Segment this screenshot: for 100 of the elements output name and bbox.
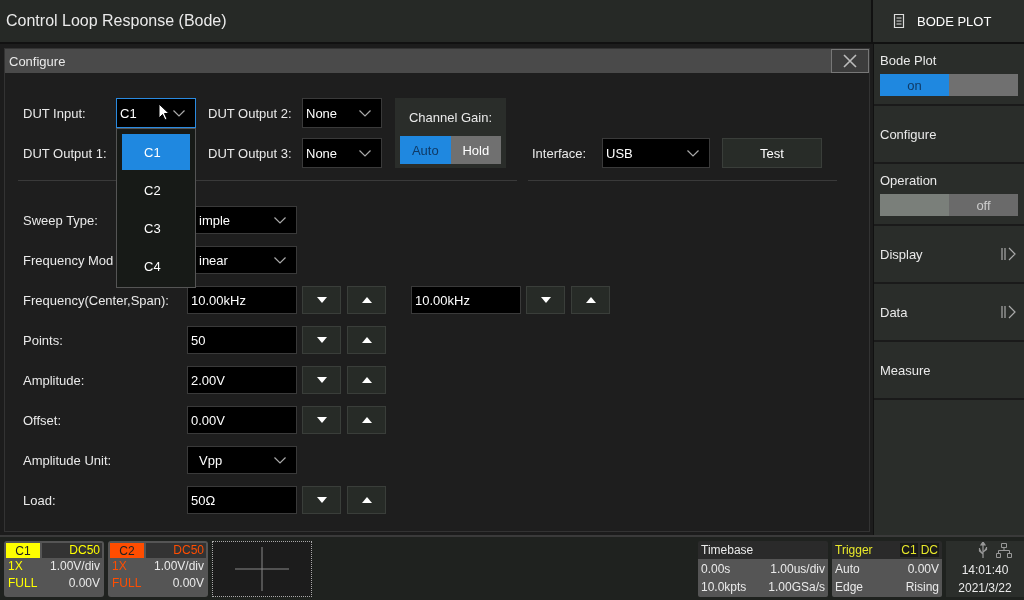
channel-badge: C1	[6, 543, 40, 558]
scale-value: 1.00V/div	[49, 558, 100, 575]
test-button[interactable]: Test	[722, 138, 822, 168]
sample-rate: 1.00GSa/s	[768, 579, 825, 596]
menu-item[interactable]: Operation off	[874, 164, 1024, 226]
triangle-up-icon	[361, 297, 372, 303]
decrement-button[interactable]	[302, 366, 341, 394]
probe-label: 1X	[112, 558, 127, 575]
caret-icon	[359, 149, 371, 157]
dropdown-option[interactable]: C3	[122, 210, 190, 246]
decrement-button[interactable]	[302, 486, 341, 514]
increment-button[interactable]	[571, 286, 610, 314]
field-label: DUT Output 1:	[23, 144, 108, 163]
window-title: Control Loop Response (Bode)	[6, 12, 227, 30]
close-button[interactable]	[831, 49, 869, 73]
delay-value: 0.00s	[701, 561, 731, 578]
decrement-button[interactable]	[302, 286, 341, 314]
select-field[interactable]: None	[302, 98, 382, 128]
dropdown-option[interactable]: C1	[122, 134, 190, 170]
pointer-icon	[158, 103, 170, 121]
field-label: DUT Output 2:	[208, 104, 293, 123]
menu-item[interactable]: Measure	[874, 342, 1024, 400]
input-field[interactable]: 10.00kHz	[411, 286, 521, 314]
trigger-type: Edge	[835, 579, 864, 596]
caret-icon	[359, 109, 371, 117]
input-field[interactable]: 10.00kHz	[187, 286, 297, 314]
caret-icon	[687, 149, 699, 157]
triangle-up-icon	[361, 417, 372, 423]
field-label: Sweep Type:	[23, 212, 98, 228]
triangle-down-icon	[316, 297, 327, 303]
input-field[interactable]: 50Ω	[187, 486, 297, 514]
add-channel-button[interactable]	[212, 541, 312, 597]
caret-icon	[274, 216, 286, 224]
triangle-down-icon	[540, 297, 551, 303]
increment-button[interactable]	[347, 486, 386, 514]
usb-icon	[978, 542, 988, 558]
field-label: Interface:	[532, 144, 588, 163]
channel-badge: C2	[110, 543, 144, 558]
increment-button[interactable]	[347, 406, 386, 434]
menu-item-label: Configure	[880, 126, 937, 142]
field-label: DUT Input:	[23, 104, 87, 123]
clock-date: 2021/3/22	[958, 581, 1012, 595]
offset-value: 0.00V	[172, 575, 204, 592]
probe-label: 1X	[8, 558, 23, 575]
triangle-up-icon	[361, 337, 372, 343]
trigger-slope: Rising	[905, 579, 939, 596]
trigger-level: 0.00V	[907, 561, 939, 578]
trigger-mode: Auto	[835, 561, 860, 578]
offset-value: 0.00V	[68, 575, 100, 592]
coupling-label: DC50	[42, 543, 102, 558]
menu-item[interactable]: Bode Plot on	[874, 44, 1024, 106]
field-label: Points:	[23, 332, 63, 348]
dialog-title: Configure	[9, 53, 66, 69]
triangle-down-icon	[316, 497, 327, 503]
select-field[interactable]: None	[302, 138, 382, 168]
channel-card[interactable]: C1 DC50 1X 1.00V/div FULL 0.00V	[4, 541, 104, 597]
segment-button[interactable]: Hold	[450, 136, 501, 164]
plus-icon	[235, 547, 289, 591]
caret-icon	[173, 109, 185, 117]
increment-button[interactable]	[347, 326, 386, 354]
trigger-coupling: DC	[919, 543, 939, 557]
bandwidth-label: FULL	[8, 575, 38, 592]
menu-header[interactable]: BODE PLOT	[873, 0, 1024, 44]
field-label: Amplitude:	[23, 372, 85, 388]
panel-title: Trigger	[835, 543, 873, 557]
document-icon	[893, 14, 905, 28]
increment-button[interactable]	[347, 286, 386, 314]
menu-item-label: Display	[880, 246, 923, 262]
triangle-up-icon	[585, 297, 596, 303]
channel-card[interactable]: C2 DC50 1X 1.00V/div FULL 0.00V	[108, 541, 208, 597]
select-field[interactable]: USB	[602, 138, 710, 168]
caret-icon	[274, 456, 286, 464]
memory-depth: 10.0kpts	[701, 579, 747, 596]
panel-title: Timebase	[701, 543, 754, 557]
menu-item[interactable]: Data	[874, 284, 1024, 342]
dut-input-select[interactable]: C1	[116, 98, 196, 128]
scale-value: 1.00V/div	[153, 558, 204, 575]
input-field[interactable]: 50	[187, 326, 297, 354]
select-field[interactable]: Vpp	[187, 446, 297, 474]
input-field[interactable]: 2.00V	[187, 366, 297, 394]
network-icon	[996, 542, 1012, 558]
menu-item[interactable]: Configure	[874, 106, 1024, 164]
decrement-button[interactable]	[302, 406, 341, 434]
coupling-label: DC50	[146, 543, 206, 558]
caret-icon	[274, 256, 286, 264]
trigger-source: C1	[900, 543, 918, 557]
clock-time: 14:01:40	[961, 562, 1009, 577]
dropdown-option[interactable]: C2	[122, 172, 190, 208]
input-field[interactable]: 0.00V	[187, 406, 297, 434]
scale-value: 1.00us/div	[770, 561, 825, 578]
field-label: Frequency(Center,Span):	[23, 292, 169, 308]
bar-chevron-icon	[1001, 247, 1017, 261]
decrement-button[interactable]	[302, 326, 341, 354]
triangle-down-icon	[316, 377, 327, 383]
field-label: Frequency Mod	[23, 252, 114, 268]
decrement-button[interactable]	[526, 286, 565, 314]
increment-button[interactable]	[347, 366, 386, 394]
menu-item-label: Operation	[880, 173, 938, 188]
menu-item[interactable]: Display	[874, 226, 1024, 284]
dropdown-option[interactable]: C4	[122, 248, 190, 284]
